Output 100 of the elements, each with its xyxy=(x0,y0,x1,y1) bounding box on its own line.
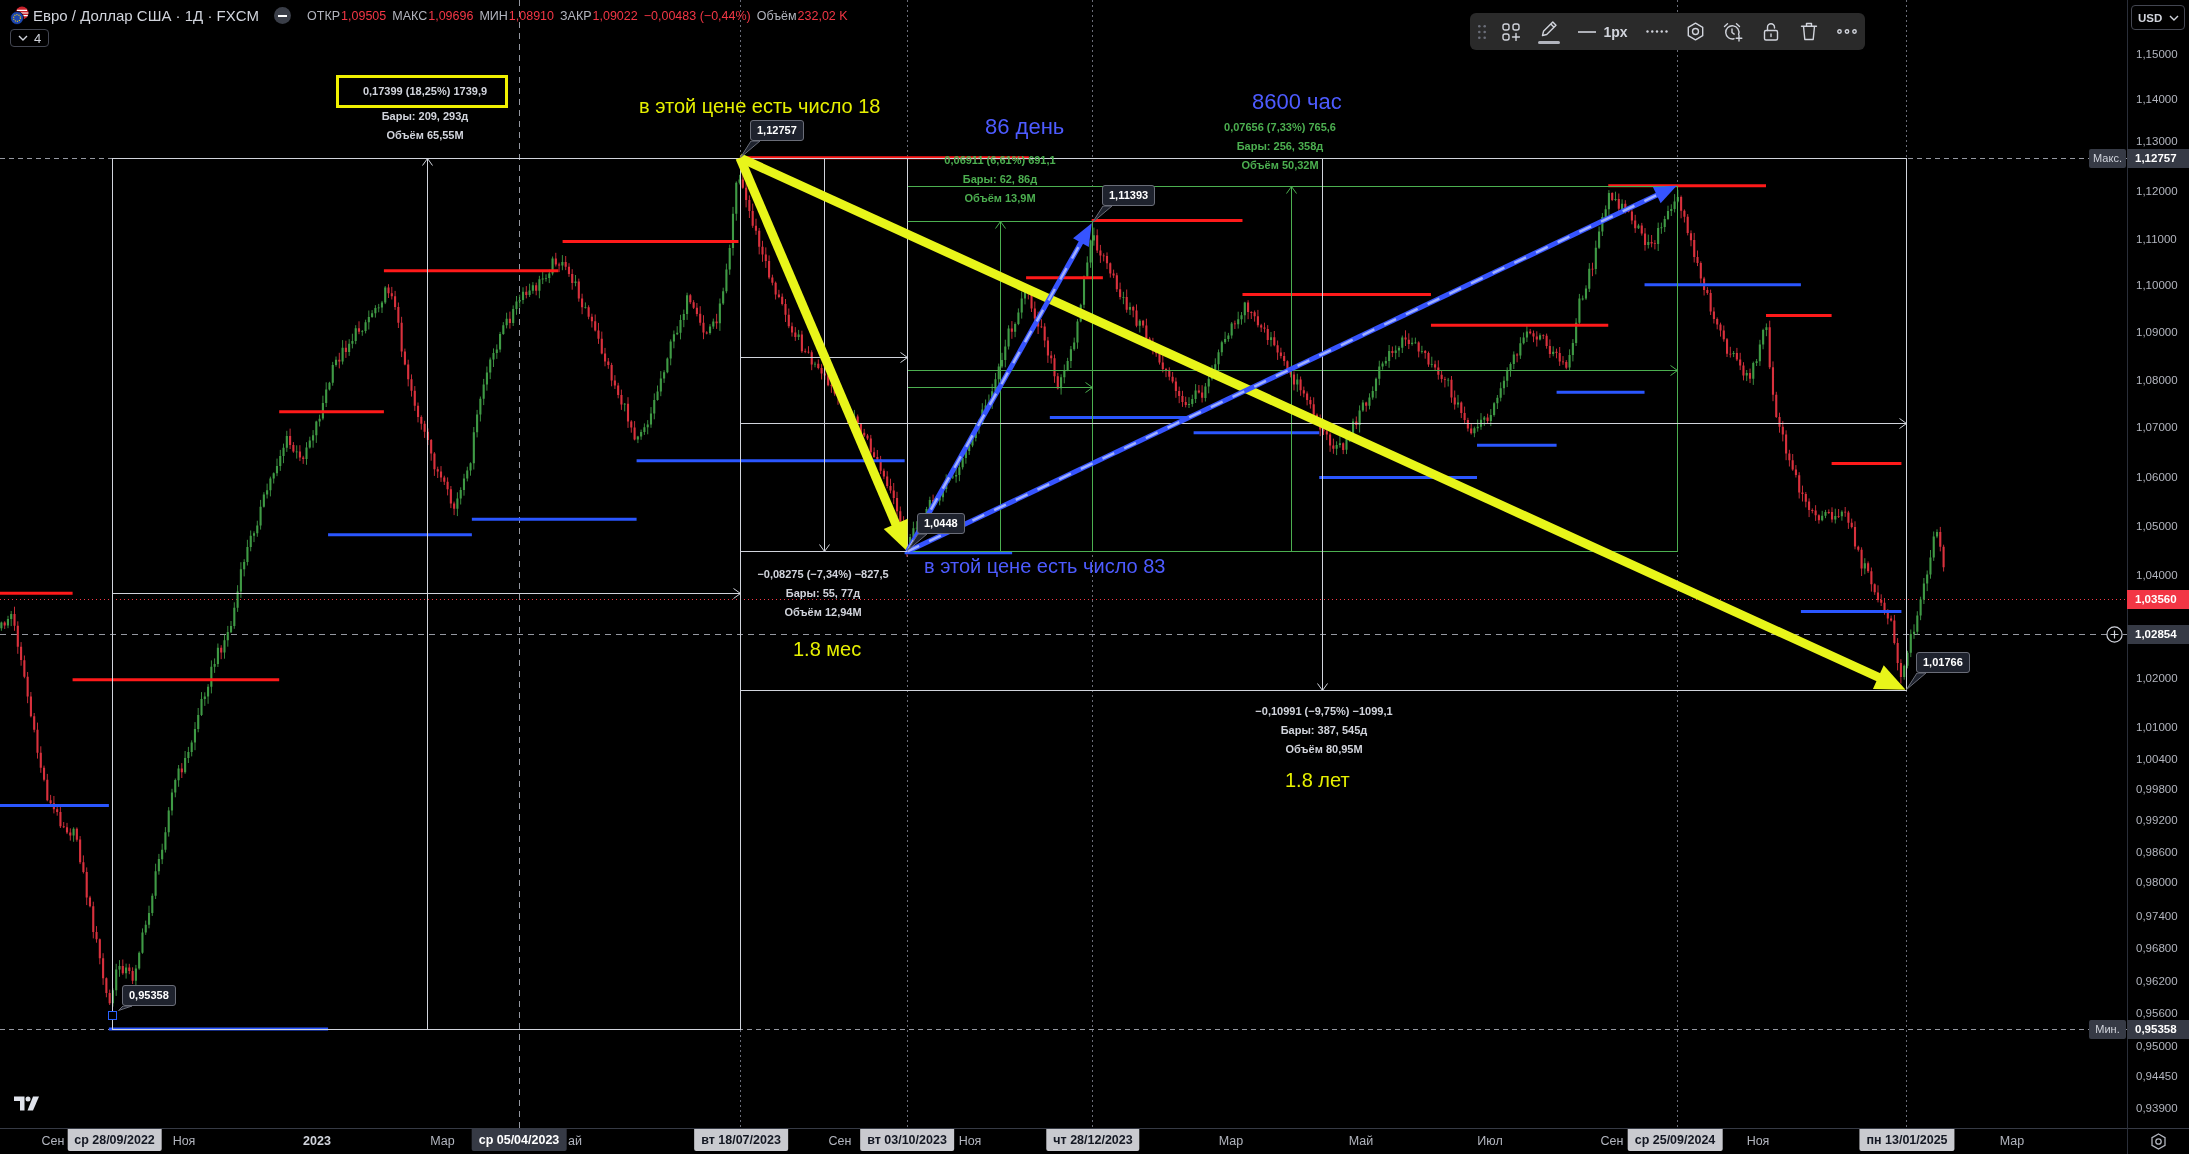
price-tick: 0,96800 xyxy=(2136,941,2178,955)
price-tick: 0,98000 xyxy=(2136,875,2178,889)
callout-pointer-icon xyxy=(1092,206,1113,223)
price-tick: 1,10000 xyxy=(2136,278,2178,292)
settings-icon xyxy=(1685,22,1705,41)
time-tick: Сен xyxy=(1600,1134,1624,1149)
price-tick: 1,04000 xyxy=(2136,568,2178,582)
price-change: −0,00483 (−0,44%) xyxy=(643,8,751,23)
range-bars-label: Бары: 62, 86д xyxy=(962,171,1038,187)
color-swatch-icon xyxy=(1538,40,1560,44)
minus-icon xyxy=(278,14,288,17)
chevron-icon xyxy=(2169,14,2179,21)
chart-note: 8600 час xyxy=(1252,90,1342,114)
ohlc-label: МИН xyxy=(479,8,508,23)
chart-note: 1.8 лет xyxy=(1285,768,1350,792)
ohlc-value: 1,09505 xyxy=(341,8,387,23)
ohlc-value: 1,08910 xyxy=(508,8,554,23)
time-tick: Ноя xyxy=(172,1134,196,1149)
price-tick: 0,95000 xyxy=(2136,1039,2178,1053)
price-tick: 1,15000 xyxy=(2136,47,2178,61)
line-width-button[interactable]: 1px xyxy=(1570,16,1636,47)
pencil-icon xyxy=(1540,19,1558,38)
range-bars-label: Бары: 256, 358д xyxy=(1236,138,1324,154)
price-tick: 1,02000 xyxy=(2136,671,2178,685)
flag-icon xyxy=(10,6,29,25)
range-change-label: −0,08275 (−7,34%) −827,5 xyxy=(757,566,889,582)
trash-icon xyxy=(1800,22,1818,41)
range-bars-label: Бары: 209, 293д xyxy=(381,108,469,124)
price-tick: 0,99200 xyxy=(2136,813,2178,827)
range-bars-label: Бары: 387, 545д xyxy=(1280,722,1368,738)
ohlc-label: МАКС xyxy=(392,8,428,23)
price-tick: 0,99800 xyxy=(2136,782,2178,796)
price-tick: 1,05000 xyxy=(2136,519,2178,533)
price-label: 1,02854 xyxy=(2127,624,2189,644)
date-label: ср 25/09/2024 xyxy=(1627,1129,1723,1151)
time-tick: Ноя xyxy=(1746,1134,1770,1149)
price-tick: 0,96200 xyxy=(2136,974,2178,988)
logo-icon[interactable] xyxy=(14,1095,41,1112)
ohlc-value: 1,09696 xyxy=(428,8,474,23)
chart-note: в этой цене есть число 18 xyxy=(639,94,881,118)
hide-legend-button[interactable] xyxy=(274,7,292,24)
range-change-label: −0,10991 (−9,75%) −1099,1 xyxy=(1255,703,1393,719)
ohlc-label: ЗАКР xyxy=(560,8,592,23)
ohlc-label: ОТКР xyxy=(307,8,341,23)
currency-dropdown[interactable]: USD xyxy=(2131,5,2185,30)
date-label: ср 28/09/2022 xyxy=(67,1129,162,1151)
anchor-handle[interactable] xyxy=(107,1010,117,1020)
price-tick: 1,08000 xyxy=(2136,373,2178,387)
range-volume-label: Объём 50,32М xyxy=(1241,157,1319,173)
time-tick: Мар xyxy=(1218,1134,1244,1149)
dotted-line-icon xyxy=(1646,30,1668,33)
time-tick: Июл xyxy=(1477,1134,1503,1149)
time-tick: 2023 xyxy=(303,1134,331,1149)
date-label: пн 13/01/2025 xyxy=(1859,1129,1955,1151)
grid-plus-icon xyxy=(1502,22,1520,41)
callout-pointer-icon xyxy=(907,534,928,551)
highlight-rectangle[interactable] xyxy=(336,75,508,108)
padlock-icon xyxy=(1762,22,1780,41)
volume-value: 232,02 K xyxy=(797,8,848,23)
price-label: 1,03560 xyxy=(2127,589,2189,609)
chart-note: 1.8 мес xyxy=(793,637,862,661)
price-tick: 1,12000 xyxy=(2136,184,2178,198)
volume-label: Объём xyxy=(756,8,797,23)
price-tick: 0,97400 xyxy=(2136,909,2178,923)
time-tick: ай xyxy=(568,1134,582,1149)
time-tick: Сен xyxy=(41,1134,65,1149)
range-volume-label: Объём 12,94М xyxy=(784,604,862,620)
more-icon xyxy=(1837,29,1857,34)
pivot-high-line xyxy=(1831,462,1902,465)
price-label: 1,12757 xyxy=(2127,148,2189,168)
alarm-clock-plus-icon xyxy=(1723,21,1743,42)
range-volume-label: Объём 65,55М xyxy=(386,127,464,143)
drag-handle-icon[interactable] xyxy=(1478,24,1486,39)
line-icon xyxy=(1578,30,1597,33)
price-tick: 1,11000 xyxy=(2136,232,2177,246)
price-tick: 1,14000 xyxy=(2136,92,2178,106)
price-tick: 1,00400 xyxy=(2136,752,2178,766)
time-tick: Сен xyxy=(828,1134,852,1149)
price-tick: 0,94450 xyxy=(2136,1069,2178,1083)
pivot-high-line xyxy=(1766,314,1832,317)
chart-note: 86 день xyxy=(985,115,1065,139)
time-tick: Мар xyxy=(430,1134,455,1149)
date-label: вт 03/10/2023 xyxy=(860,1129,954,1151)
chart-note: в этой цене есть число 83 xyxy=(924,554,1166,578)
price-label: 0,95358 xyxy=(2127,1019,2189,1039)
time-tick: Ноя xyxy=(958,1134,982,1149)
price-tick: 0,98600 xyxy=(2136,845,2178,859)
range-change-label: 0,07656 (7,33%) 765,6 xyxy=(1224,119,1336,135)
indicators-toggle-button[interactable]: 4 xyxy=(10,29,50,47)
price-tick: 0,93900 xyxy=(2136,1101,2178,1115)
symbol-title[interactable]: Евро / Доллар США · 1Д · FXCM xyxy=(33,7,260,24)
price-tick: 1,09000 xyxy=(2136,325,2178,339)
plus-circle-icon[interactable] xyxy=(2106,625,2123,643)
settings-icon[interactable] xyxy=(2150,1133,2167,1150)
ohlc-value: 1,09022 xyxy=(592,8,638,23)
date-label: ср 05/04/2023 xyxy=(471,1129,567,1151)
price-tick: 1,01000 xyxy=(2136,720,2178,734)
price-tick: 1,07000 xyxy=(2136,420,2178,434)
time-tick: Мар xyxy=(1999,1134,2025,1149)
range-bars-label: Бары: 55, 77д xyxy=(785,585,861,601)
